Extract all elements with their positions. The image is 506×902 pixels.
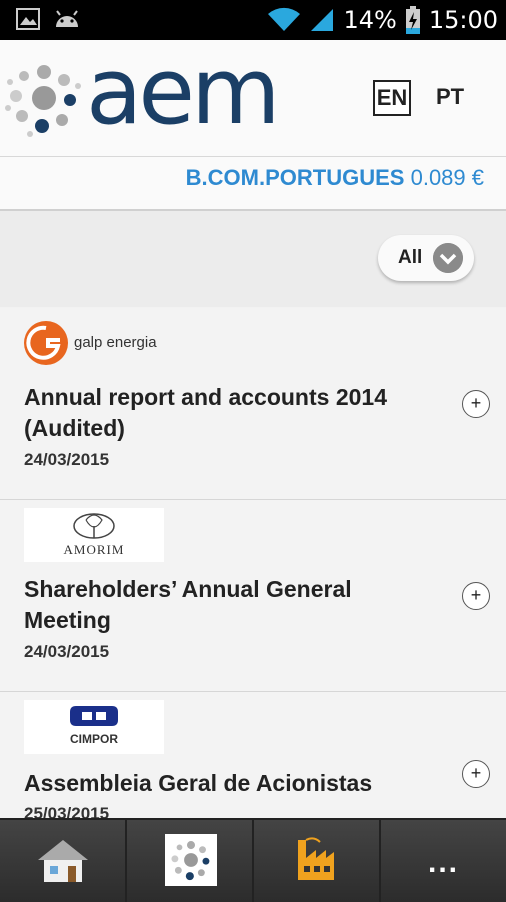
battery-percentage: 14% [343,6,397,34]
item-title: Assembleia Geral de Acionistas [24,770,373,796]
home-icon [38,840,88,882]
galp-energia-logo: galp energia [24,316,164,370]
galp-logo-text: galp energia [74,334,157,351]
list-item[interactable]: AMORIM Shareholders’ Annual General Meet… [0,500,506,692]
filter-label: All [398,247,423,268]
filter-dropdown[interactable]: All [378,235,474,281]
aem-logo-icon [5,65,81,137]
image-icon [16,8,40,30]
ticker-symbol: B.COM.PORTUGUES [185,165,405,190]
expand-button[interactable]: + [462,760,490,788]
language-pt-button[interactable]: PT [436,84,464,110]
list-item[interactable]: CIMPOR Assembleia Geral de Acionistas 25… [0,692,506,823]
expand-button[interactable]: + [462,390,490,418]
item-title: Annual report and accounts 2014 (Audited… [24,384,387,441]
item-date: 24/03/2015 [24,642,110,661]
status-bar: 14% 15:00 [0,0,506,40]
wifi-icon [268,7,301,31]
bottom-navigation: ... [0,818,506,902]
more-icon: ... [427,846,459,879]
item-date: 24/03/2015 [24,450,110,469]
aem-logo-icon [171,841,210,881]
battery-icon [405,6,420,34]
ticker-price: 0.089 € [410,165,484,190]
filter-bar: All [0,211,506,307]
nav-home-button[interactable] [0,820,127,902]
cimpor-logo: CIMPOR [24,700,164,754]
expand-button[interactable]: + [462,582,490,610]
chevron-down-icon [433,243,463,273]
cimpor-logo-text: CIMPOR [70,732,118,746]
signal-icon [311,9,334,31]
factory-icon [298,837,334,880]
android-icon [56,10,78,27]
nav-more-button[interactable]: ... [381,820,506,902]
aem-logo-text: aem [86,38,281,145]
app-header: aem EN PT [0,40,506,157]
language-en-button[interactable]: EN [373,80,411,116]
list-item[interactable]: galp energia Annual report and accounts … [0,308,506,500]
amorim-logo-text: AMORIM [63,542,125,557]
nav-aem-button[interactable] [127,820,254,902]
clock: 15:00 [428,6,498,34]
amorim-logo: AMORIM [24,508,164,562]
item-title: Shareholders’ Annual General Meeting [24,576,352,633]
nav-companies-button[interactable] [254,820,381,902]
stock-ticker[interactable]: B.COM.PORTUGUES 0.089 € [0,157,506,211]
